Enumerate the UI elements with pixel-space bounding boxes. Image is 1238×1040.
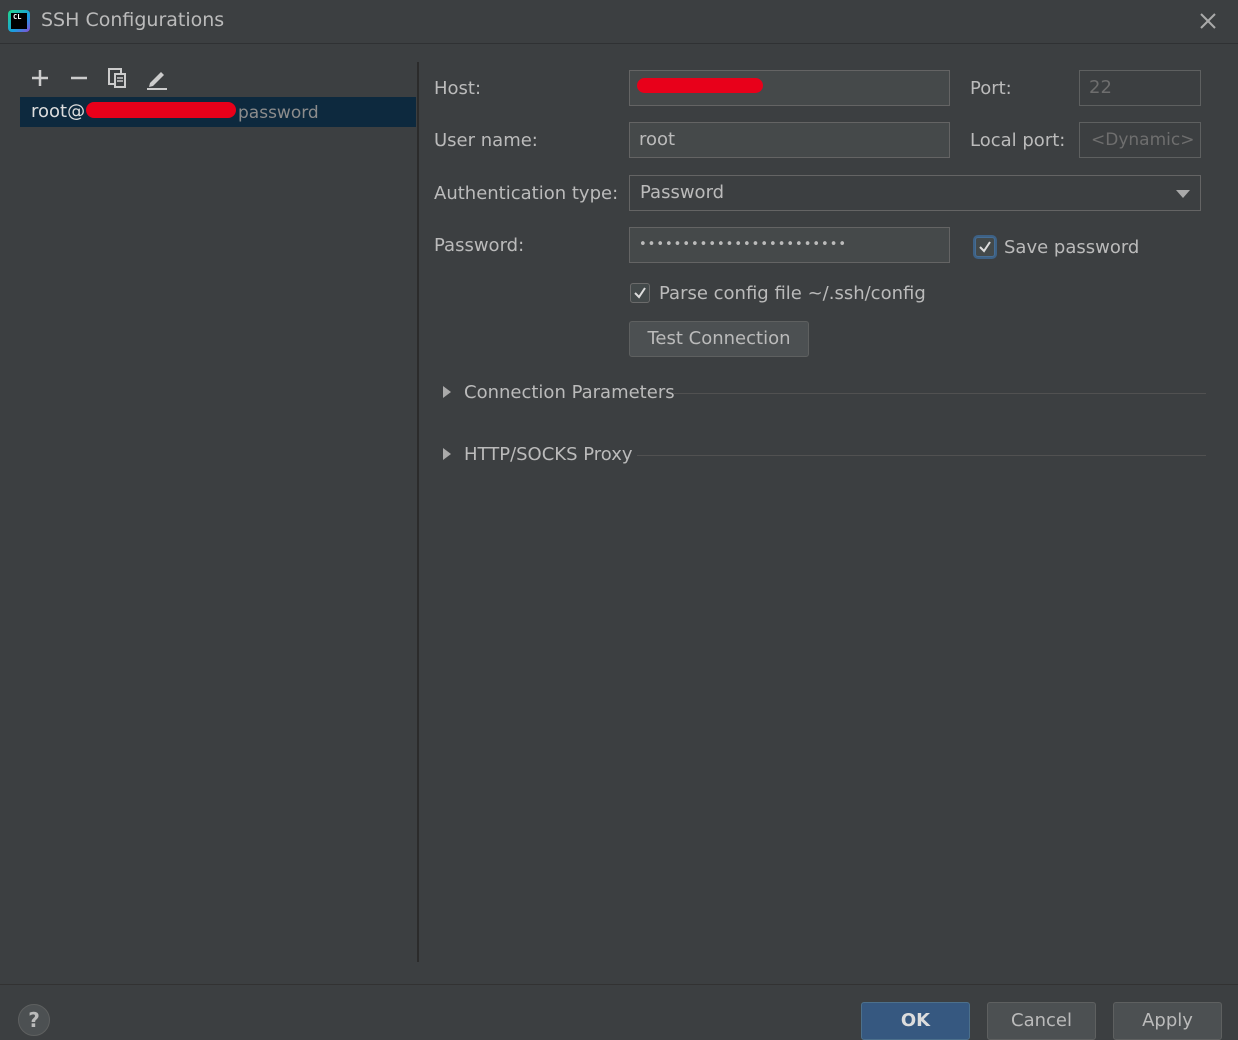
clion-app-icon: CL [8,10,30,32]
triangle-right-icon [443,386,451,398]
connection-parameters-section[interactable]: Connection Parameters [434,378,1206,408]
redaction-mark [86,102,236,118]
auth-type-value: Password [640,182,725,203]
app-icon-text: CL [11,13,27,29]
host-label: Host: [434,78,482,99]
test-connection-button[interactable]: Test Connection [629,321,809,357]
checkmark-icon [979,241,991,253]
add-config-button[interactable] [26,64,54,92]
username-input[interactable]: root [629,122,950,158]
username-label: User name: [434,130,538,151]
remove-config-button[interactable] [65,64,93,92]
footer-separator [0,984,1238,985]
local-port-label: Local port: [970,130,1066,151]
save-password-label: Save password [1004,237,1140,258]
section-divider [674,393,1206,394]
parse-config-checkbox[interactable] [630,283,650,303]
copy-config-button[interactable] [104,64,132,92]
pencil-icon [147,72,167,90]
minus-icon [71,76,87,80]
help-button[interactable]: ? [18,1004,50,1036]
section-divider [637,455,1206,456]
checkmark-icon [634,287,646,299]
port-input[interactable]: 22 [1079,70,1201,106]
local-port-input[interactable]: <Dynamic> [1079,122,1201,158]
close-button[interactable] [1194,6,1222,36]
password-input[interactable]: •••••••••••••••••••••••• [629,227,950,263]
ok-button[interactable]: OK [861,1002,970,1040]
splitter[interactable] [417,62,419,962]
parse-config-label: Parse config file ~/.ssh/config [659,283,926,304]
http-socks-proxy-label: HTTP/SOCKS Proxy [464,444,633,465]
window-title: SSH Configurations [41,9,225,31]
password-label: Password: [434,235,525,256]
plus-icon [32,70,48,86]
config-item-auth: password [238,103,319,123]
edit-config-button[interactable] [143,64,171,92]
config-list-item[interactable]: root@ password [20,97,416,127]
config-item-label: root@ [31,101,86,122]
port-label: Port: [970,78,1012,99]
triangle-right-icon [443,448,451,460]
chevron-down-icon [1176,190,1190,198]
config-list-panel [0,44,418,960]
host-redaction-mark [637,78,763,93]
save-password-checkbox[interactable] [975,237,995,257]
cancel-button[interactable]: Cancel [987,1002,1096,1040]
auth-type-label: Authentication type: [434,183,619,204]
apply-button[interactable]: Apply [1113,1002,1222,1040]
auth-type-select[interactable]: Password [629,175,1201,211]
close-icon [1200,13,1216,29]
connection-parameters-label: Connection Parameters [464,382,675,403]
copy-icon [108,68,126,88]
http-socks-proxy-section[interactable]: HTTP/SOCKS Proxy [434,440,1206,470]
